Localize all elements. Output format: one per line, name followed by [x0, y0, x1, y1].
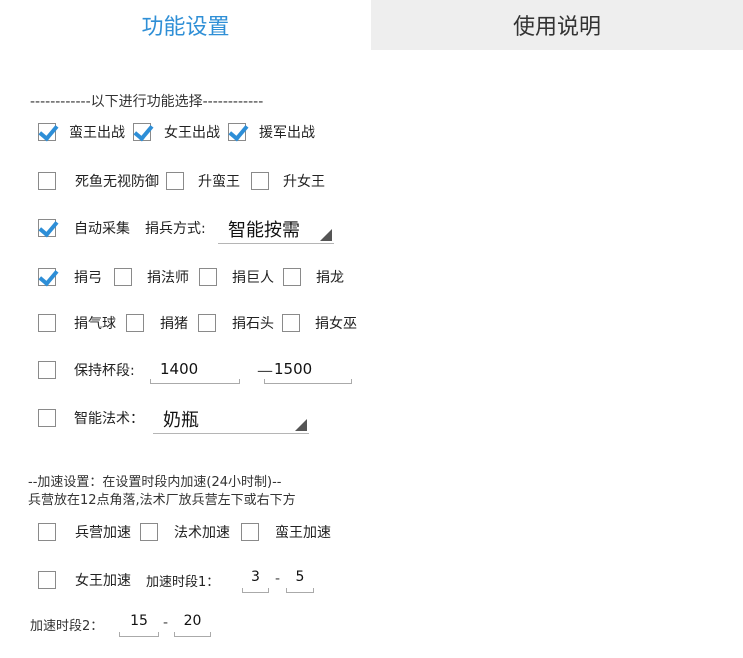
spell-accel-label: 法术加速	[174, 525, 230, 541]
donate-balloon-checkbox[interactable]	[38, 314, 56, 332]
period2-start-value: 15	[130, 613, 148, 629]
auto-collect-checkbox[interactable]	[38, 219, 56, 237]
dropdown-arrow-icon	[295, 419, 307, 431]
upgrade-queen-label: 升女王	[283, 174, 325, 190]
queen-battle-checkbox[interactable]	[133, 123, 151, 141]
donate-wizard-checkbox[interactable]	[114, 268, 132, 286]
donate-archer-checkbox[interactable]	[38, 268, 56, 286]
accel-period1-label: 加速时段1：	[146, 574, 220, 590]
deadfish-label: 死鱼无视防御	[75, 174, 159, 190]
period2-dash: -	[163, 615, 169, 631]
donate-giant-checkbox[interactable]	[199, 268, 217, 286]
king-accel-checkbox[interactable]	[241, 523, 259, 541]
tab-bar: 功能设置 使用说明	[0, 0, 743, 50]
donate-golem-checkbox[interactable]	[198, 314, 216, 332]
donate-hog-checkbox[interactable]	[126, 314, 144, 332]
donate-dragon-label: 捐龙	[316, 270, 344, 286]
auto-collect-label: 自动采集	[74, 221, 130, 237]
hero-battle-row: 蛮王出战 女王出战 援军出战	[0, 117, 315, 147]
accel-row-1: 兵营加速 法术加速 蛮王加速	[0, 517, 331, 547]
upgrade-king-checkbox[interactable]	[166, 172, 184, 190]
smart-spell-label: 智能法术：	[74, 411, 144, 427]
accel-period2-label: 加速时段2：	[30, 619, 104, 634]
donate-witch-checkbox[interactable]	[282, 314, 300, 332]
trophy-min-input[interactable]: 1400	[150, 358, 240, 384]
donate-archer-label: 捐弓	[74, 270, 102, 286]
period2-end-value: 20	[183, 613, 202, 629]
donate-witch-label: 捐女巫	[315, 316, 357, 332]
queen-accel-checkbox[interactable]	[38, 571, 56, 589]
queen-accel-label: 女王加速	[75, 573, 131, 589]
reinforce-battle-checkbox[interactable]	[228, 123, 246, 141]
barracks-accel-label: 兵营加速	[75, 525, 131, 541]
donate-row-2: 捐气球 捐猪 捐石头 捐女巫	[0, 308, 357, 338]
feature-selection-header: ------------以下进行功能选择------------	[30, 94, 264, 110]
upgrade-queen-checkbox[interactable]	[251, 172, 269, 190]
deadfish-checkbox[interactable]	[38, 172, 56, 190]
donate-mode-value: 智能按需	[228, 220, 300, 241]
smart-spell-dropdown[interactable]: 奶瓶	[153, 403, 309, 434]
period1-start-input[interactable]: 3	[242, 567, 269, 593]
donate-mode-dropdown[interactable]: 智能按需	[218, 213, 334, 244]
donate-row-1: 捐弓 捐法师 捐巨人 捐龙	[0, 262, 344, 292]
spell-accel-checkbox[interactable]	[140, 523, 158, 541]
reinforce-battle-label: 援军出战	[259, 125, 315, 141]
period1-end-value: 5	[295, 569, 305, 585]
king-battle-checkbox[interactable]	[38, 123, 56, 141]
dropdown-arrow-icon	[320, 229, 332, 241]
accel-row-2: 女王加速 加速时段1：	[0, 565, 219, 595]
smart-spell-row: 智能法术：	[0, 403, 144, 433]
period1-dash: -	[275, 571, 281, 587]
period1-start-value: 3	[251, 569, 260, 585]
smart-spell-value: 奶瓶	[163, 410, 199, 431]
period2-end-input[interactable]: 20	[174, 611, 211, 637]
trophy-max-value: 1500	[274, 360, 313, 378]
keep-trophy-checkbox[interactable]	[38, 361, 56, 379]
smart-spell-checkbox[interactable]	[38, 409, 56, 427]
king-battle-label: 蛮王出战	[69, 125, 125, 141]
upgrade-king-label: 升蛮王	[198, 174, 240, 190]
upgrade-row: 死鱼无视防御 升蛮王 升女王	[0, 166, 325, 196]
donate-dragon-checkbox[interactable]	[283, 268, 301, 286]
donate-golem-label: 捐石头	[232, 316, 274, 332]
accel-note: 兵营放在12点角落,法术厂放兵营左下或右下方	[28, 493, 296, 508]
donate-mode-label: 捐兵方式:	[145, 221, 206, 237]
tab-instructions[interactable]: 使用说明	[371, 0, 743, 50]
queen-battle-label: 女王出战	[164, 125, 220, 141]
barracks-accel-checkbox[interactable]	[38, 523, 56, 541]
trophy-min-value: 1400	[160, 360, 199, 378]
keep-trophy-label: 保持杯段:	[74, 363, 135, 379]
keep-trophy-row: 保持杯段:	[0, 355, 135, 385]
king-accel-label: 蛮王加速	[275, 525, 331, 541]
donate-wizard-label: 捐法师	[147, 270, 189, 286]
donate-hog-label: 捐猪	[160, 316, 188, 332]
auto-collect-row: 自动采集 捐兵方式:	[0, 213, 206, 243]
period1-end-input[interactable]: 5	[286, 567, 314, 593]
donate-giant-label: 捐巨人	[232, 270, 274, 286]
trophy-max-input[interactable]: 1500	[264, 358, 352, 384]
period2-start-input[interactable]: 15	[119, 611, 159, 637]
donate-balloon-label: 捐气球	[74, 316, 116, 332]
accel-header: --加速设置：在设置时段内加速(24小时制)--	[28, 475, 282, 490]
tab-feature-settings[interactable]: 功能设置	[0, 0, 371, 50]
